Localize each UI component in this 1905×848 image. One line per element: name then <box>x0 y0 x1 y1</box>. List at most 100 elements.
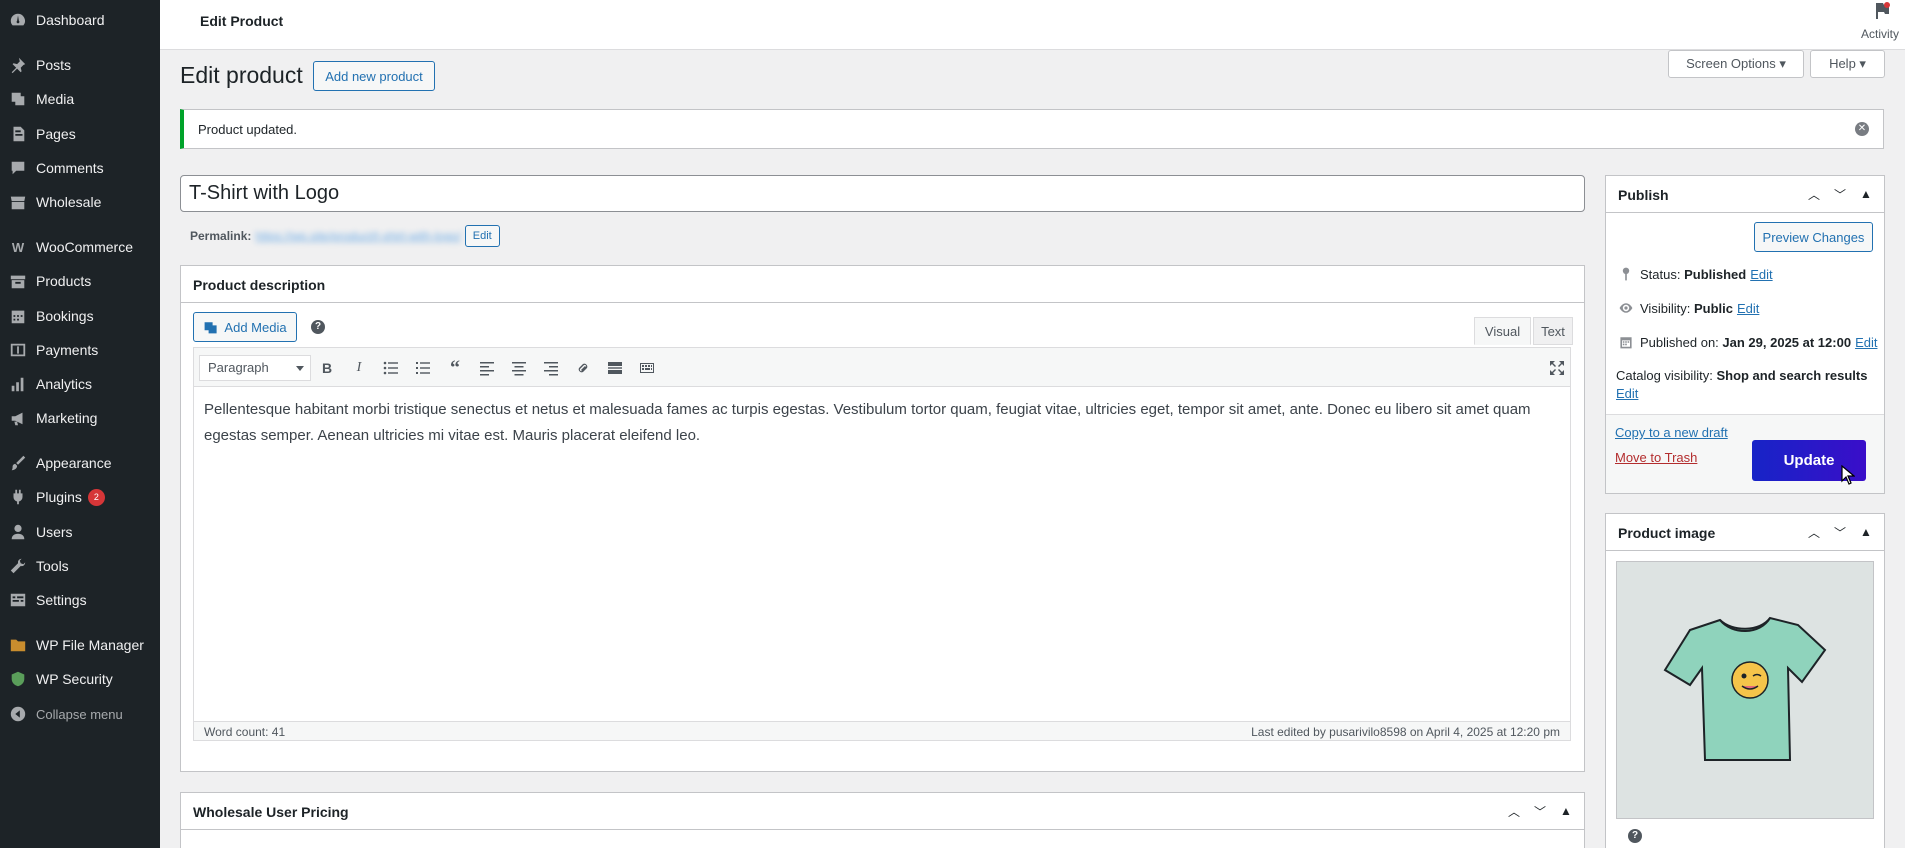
move-to-trash-link[interactable]: Move to Trash <box>1615 450 1697 465</box>
tshirt-image <box>1663 616 1827 761</box>
panel-title: Publish <box>1618 187 1669 203</box>
tab-text[interactable]: Text <box>1533 317 1573 345</box>
align-center-icon[interactable] <box>508 357 530 379</box>
panel-title: Wholesale User Pricing <box>193 804 349 820</box>
panel-title: Product image <box>1618 525 1716 541</box>
bullet-list-icon[interactable] <box>380 357 402 379</box>
bold-icon[interactable]: B <box>316 357 338 379</box>
sidebar-item-plugins[interactable]: Plugins 2 <box>0 481 160 513</box>
calendar-icon <box>0 307 36 325</box>
calendar-icon <box>1616 334 1636 350</box>
page-label: Edit Product <box>200 13 284 29</box>
fullscreen-icon[interactable] <box>1546 357 1568 379</box>
product-image[interactable] <box>1616 561 1874 819</box>
permalink-edit-button[interactable]: Edit <box>464 225 500 247</box>
sidebar-item-tools[interactable]: Tools <box>0 550 160 582</box>
add-media-button[interactable]: Add Media <box>193 312 297 342</box>
toolbar-toggle-icon[interactable] <box>636 357 658 379</box>
tab-visual[interactable]: Visual <box>1474 317 1531 345</box>
sidebar-item-marketing[interactable]: Marketing <box>0 402 160 434</box>
flag-icon <box>1876 2 1890 19</box>
sidebar-item-analytics[interactable]: Analytics <box>0 368 160 400</box>
sidebar-item-appearance[interactable]: Appearance <box>0 447 160 479</box>
collapse-menu-button[interactable]: Collapse menu <box>0 698 160 730</box>
activity-button[interactable]: Activity <box>1855 0 1905 50</box>
permalink-row: Permalink: https://wp.site/product/t-shi… <box>190 225 500 247</box>
edit-catalog-link[interactable]: Edit <box>1616 386 1638 401</box>
dismiss-icon[interactable]: ✕ <box>1855 122 1869 136</box>
link-icon[interactable] <box>572 357 594 379</box>
move-up-icon[interactable]: ︿ <box>1806 524 1822 540</box>
sidebar-item-media[interactable]: Media <box>0 83 160 115</box>
sidebar-item-posts[interactable]: Posts <box>0 49 160 81</box>
preview-changes-button[interactable]: Preview Changes <box>1754 222 1873 252</box>
toggle-panel-icon[interactable]: ▲ <box>1858 186 1874 202</box>
blockquote-icon[interactable]: “ <box>444 357 466 379</box>
move-up-icon[interactable]: ︿ <box>1506 803 1522 819</box>
visibility-row: Visibility: Public Edit <box>1616 300 1759 316</box>
editor-content[interactable]: Pellentesque habitant morbi tristique se… <box>193 387 1571 721</box>
top-bar: Edit Product Activity <box>160 0 1905 50</box>
product-title-input[interactable]: T-Shirt with Logo <box>180 175 1585 212</box>
help-icon[interactable]: ? <box>1628 829 1642 843</box>
panel-header: Product description <box>181 266 1584 303</box>
update-notice: Product updated. ✕ <box>180 109 1884 149</box>
pin-icon <box>0 56 36 74</box>
sidebar-item-payments[interactable]: Payments <box>0 334 160 366</box>
folder-icon <box>0 636 36 654</box>
user-icon <box>0 523 36 541</box>
word-count: Word count: 41 <box>204 725 286 739</box>
status-row: Status: Published Edit <box>1616 266 1773 282</box>
product-description-panel: Product description Add Media ? Visual T… <box>180 265 1585 772</box>
move-down-icon[interactable]: ﹀ <box>1832 186 1848 202</box>
read-more-icon[interactable] <box>604 357 626 379</box>
italic-icon[interactable]: I <box>348 357 370 379</box>
copy-to-draft-link[interactable]: Copy to a new draft <box>1615 425 1728 440</box>
sidebar-item-wp-security[interactable]: WP Security <box>0 663 160 695</box>
sidebar-item-bookings[interactable]: Bookings <box>0 300 160 332</box>
publish-panel: Publish ︿ ﹀ ▲ Preview Changes Status: Pu… <box>1605 175 1885 494</box>
collapse-icon <box>0 705 36 723</box>
edit-visibility-link[interactable]: Edit <box>1737 301 1759 316</box>
megaphone-icon <box>0 409 36 427</box>
chart-icon <box>0 375 36 393</box>
move-down-icon[interactable]: ﹀ <box>1532 803 1548 819</box>
edit-date-link[interactable]: Edit <box>1855 335 1877 350</box>
move-up-icon[interactable]: ︿ <box>1806 186 1822 202</box>
notice-text: Product updated. <box>198 122 298 137</box>
toggle-panel-icon[interactable]: ▲ <box>1858 524 1874 540</box>
page-title: Edit product <box>180 62 303 88</box>
sidebar-item-woocommerce[interactable]: W WooCommerce <box>0 231 160 263</box>
sidebar-item-pages[interactable]: Pages <box>0 118 160 150</box>
sidebar-item-dashboard[interactable]: Dashboard <box>0 4 160 36</box>
panel-controls: ︿ ﹀ ▲ <box>1506 803 1574 819</box>
numbered-list-icon[interactable] <box>412 357 434 379</box>
last-edited: Last edited by pusarivilo8598 on April 4… <box>1251 725 1560 739</box>
edit-status-link[interactable]: Edit <box>1750 267 1772 282</box>
publish-actions: Copy to a new draft Move to Trash Update <box>1606 414 1884 493</box>
screen-options-button[interactable]: Screen Options ▾ <box>1668 50 1804 78</box>
help-button[interactable]: Help ▾ <box>1810 50 1885 78</box>
cursor-icon <box>1841 465 1855 485</box>
sidebar-item-products[interactable]: Products <box>0 265 160 297</box>
sidebar-item-wp-file-manager[interactable]: WP File Manager <box>0 629 160 661</box>
wholesale-pricing-panel: Wholesale User Pricing ︿ ﹀ ▲ <box>180 792 1585 848</box>
help-icon[interactable]: ? <box>311 320 325 334</box>
align-left-icon[interactable] <box>476 357 498 379</box>
move-down-icon[interactable]: ﹀ <box>1832 524 1848 540</box>
toggle-panel-icon[interactable]: ▲ <box>1558 803 1574 819</box>
sidebar-item-comments[interactable]: Comments <box>0 152 160 184</box>
brush-icon <box>0 454 36 472</box>
panel-controls: ︿ ﹀ ▲ <box>1806 524 1874 540</box>
sidebar-item-settings[interactable]: Settings <box>0 584 160 616</box>
format-select[interactable]: Paragraph <box>199 355 311 381</box>
sidebar-item-users[interactable]: Users <box>0 516 160 548</box>
eye-icon <box>1616 300 1636 316</box>
catalog-visibility-row: Catalog visibility: Shop and search resu… <box>1616 368 1868 383</box>
add-new-product-button[interactable]: Add new product <box>313 61 435 91</box>
sidebar-item-wholesale[interactable]: Wholesale <box>0 186 160 218</box>
woo-icon: W <box>11 239 25 255</box>
align-right-icon[interactable] <box>540 357 562 379</box>
permalink-link[interactable]: https://wp.site/product/t-shirt-with-log… <box>255 229 460 243</box>
panel-header: Product image ︿ ﹀ ▲ <box>1606 514 1884 551</box>
